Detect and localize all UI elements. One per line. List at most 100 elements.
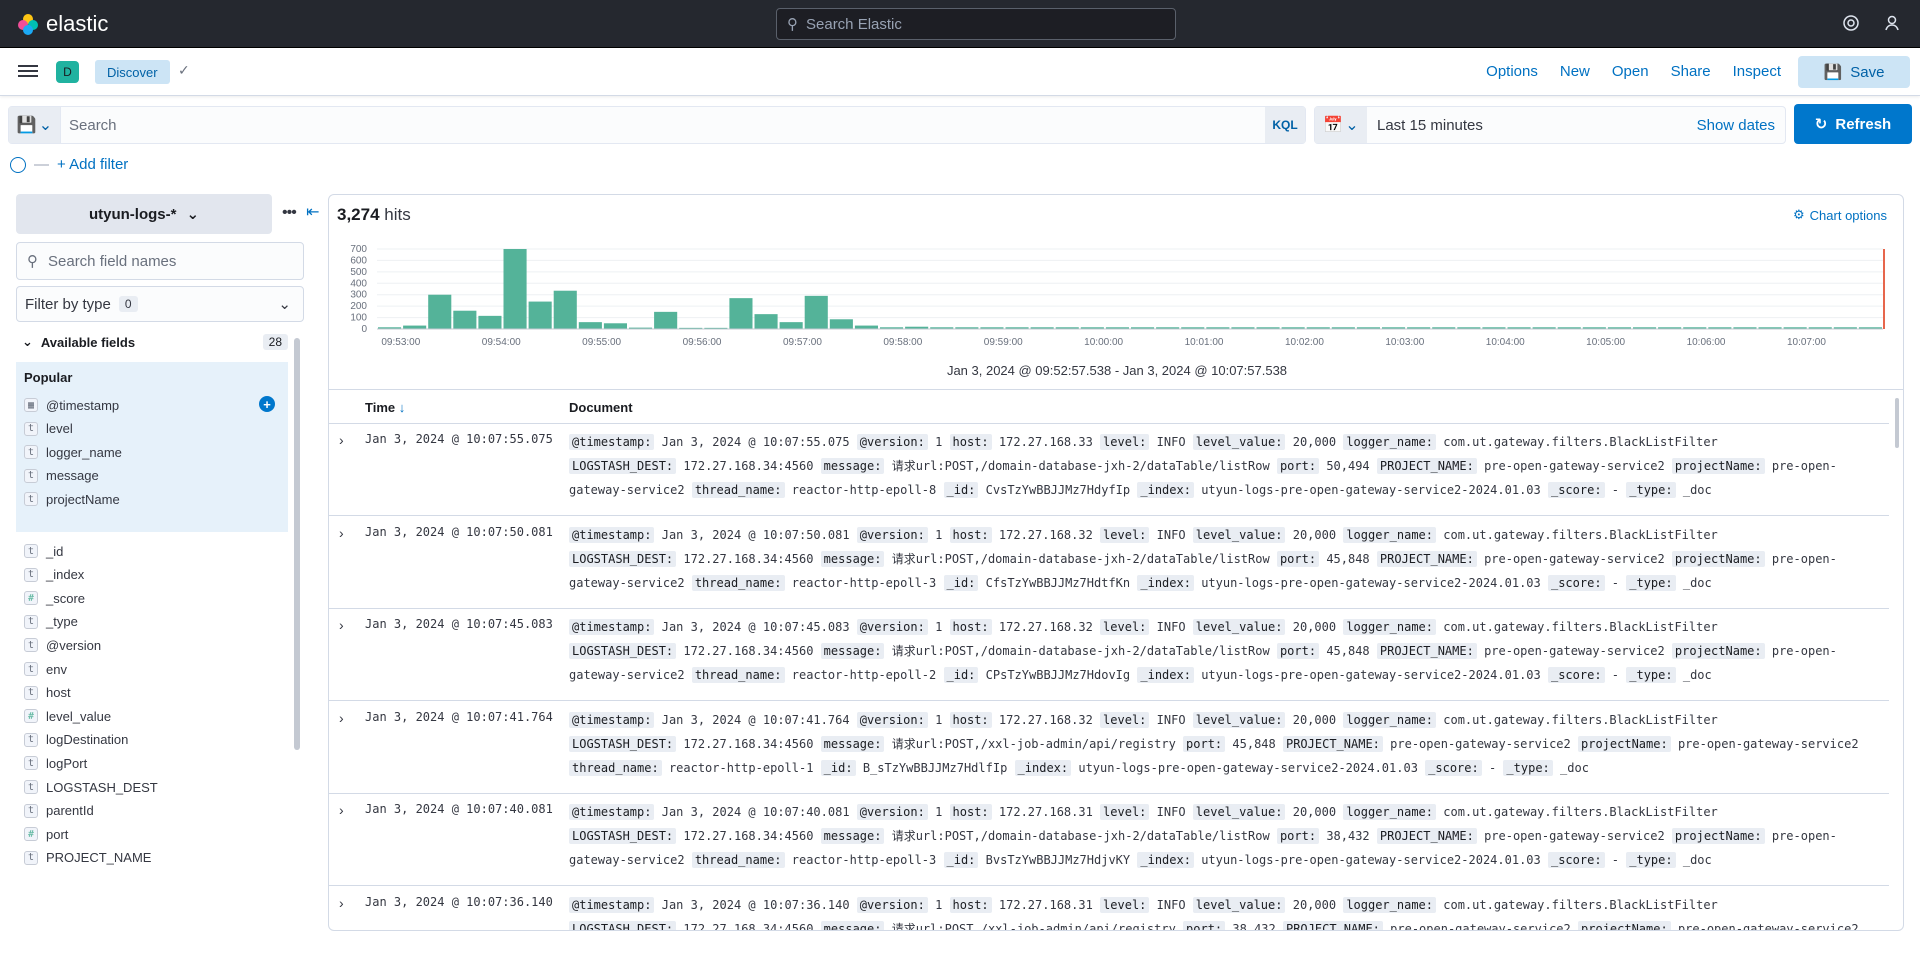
save-button[interactable]: 💾 Save xyxy=(1798,56,1910,88)
space-avatar[interactable]: D xyxy=(56,61,79,83)
refresh-button[interactable]: ↻ Refresh xyxy=(1794,104,1912,144)
expand-row-icon[interactable]: › xyxy=(339,710,344,726)
breadcrumb-discover[interactable]: Discover xyxy=(95,60,170,84)
table-row: › Jan 3, 2024 @ 10:07:41.764 @timestamp: J… xyxy=(329,702,1889,794)
new-link[interactable]: New xyxy=(1549,56,1601,88)
available-field-item[interactable]: # level_value xyxy=(24,705,111,727)
row-time: Jan 3, 2024 @ 10:07:50.081 xyxy=(365,524,553,539)
popular-field-item[interactable]: t logger_name xyxy=(24,441,122,463)
popular-field-item[interactable]: t message xyxy=(24,465,99,487)
field-key: message: xyxy=(820,828,885,844)
options-link[interactable]: Options xyxy=(1475,56,1549,88)
field-value: pre-open- xyxy=(1771,829,1837,843)
popular-field-item[interactable]: t level xyxy=(24,418,73,440)
histogram-bar[interactable] xyxy=(503,249,527,329)
histogram-bar[interactable] xyxy=(654,311,678,329)
histogram-bar[interactable] xyxy=(829,319,853,329)
available-field-item[interactable]: # _score xyxy=(24,587,85,609)
expand-row-icon[interactable]: › xyxy=(339,432,344,448)
field-name: env xyxy=(46,661,67,677)
histogram-bar[interactable] xyxy=(428,294,452,329)
y-tick-label: 200 xyxy=(350,301,367,312)
sidebar-scrollbar[interactable] xyxy=(294,338,300,750)
show-dates-link[interactable]: Show dates xyxy=(1697,107,1785,143)
expand-row-icon[interactable]: › xyxy=(339,895,344,911)
histogram-bar[interactable] xyxy=(729,298,753,329)
histogram-bar[interactable] xyxy=(854,325,878,329)
popular-field-item[interactable]: ▦ @timestamp xyxy=(24,394,119,416)
elastic-logo[interactable]: elastic xyxy=(16,11,108,37)
saved-query-button[interactable]: 💾 ⌄ xyxy=(9,107,61,143)
kql-toggle[interactable]: KQL xyxy=(1265,107,1305,143)
index-pattern-selector[interactable]: utyun-logs-* ⌄ xyxy=(16,194,272,234)
histogram-bar[interactable] xyxy=(578,322,602,329)
popular-field-item[interactable]: t projectName xyxy=(24,488,120,510)
available-field-item[interactable]: t host xyxy=(24,682,71,704)
x-tick-label: 09:58:00 xyxy=(883,337,922,348)
histogram-bar[interactable] xyxy=(779,322,803,329)
column-time-header[interactable]: Time ↓ xyxy=(365,400,405,415)
field-value: utyun-logs-pre-open-gateway-service2-202… xyxy=(1201,575,1541,590)
available-field-item[interactable]: t _type xyxy=(24,611,78,633)
x-tick-label: 09:53:00 xyxy=(381,337,420,348)
available-field-item[interactable]: t parentId xyxy=(24,800,94,822)
global-search-input[interactable]: ⚲ Search Elastic xyxy=(776,8,1176,40)
x-tick-label: 10:06:00 xyxy=(1687,337,1726,348)
field-search-input[interactable]: ⚲ Search field names xyxy=(16,242,304,280)
document-line: LOGSTASH_DEST: 172.27.168.34:4560 messag… xyxy=(569,917,1869,930)
y-tick-label: 0 xyxy=(361,324,367,335)
date-range-value[interactable]: Last 15 minutes xyxy=(1367,107,1697,143)
filter-options-icon[interactable] xyxy=(10,156,26,173)
available-field-item[interactable]: t logPort xyxy=(24,752,87,774)
field-value: 172.27.168.34:4560 xyxy=(683,459,814,473)
field-value: reactor-http-epoll-1 xyxy=(668,760,814,775)
open-link[interactable]: Open xyxy=(1601,56,1660,88)
histogram-bar[interactable] xyxy=(453,310,477,329)
available-field-item[interactable]: t _id xyxy=(24,540,63,562)
query-input[interactable]: Search xyxy=(61,107,1265,143)
histogram-bar[interactable] xyxy=(478,315,502,329)
field-value: 20,000 xyxy=(1292,527,1337,542)
available-field-item[interactable]: t @version xyxy=(24,634,101,656)
expand-row-icon[interactable]: › xyxy=(339,617,344,633)
available-field-item[interactable]: t _index xyxy=(24,564,84,586)
expand-row-icon[interactable]: › xyxy=(339,802,344,818)
filter-by-type-button[interactable]: Filter by type 0 ⌄ xyxy=(16,286,304,322)
histogram-bar[interactable] xyxy=(603,323,627,329)
collapse-sidebar-icon[interactable]: ⇤ xyxy=(306,202,319,222)
user-menu-icon[interactable] xyxy=(1884,14,1904,34)
histogram-bar[interactable] xyxy=(754,314,778,329)
expand-row-icon[interactable]: › xyxy=(339,525,344,541)
field-name: port xyxy=(46,826,69,842)
field-value: INFO xyxy=(1156,527,1186,542)
available-fields-header[interactable]: ⌄ Available fields 28 xyxy=(16,330,288,354)
available-field-item[interactable]: # port xyxy=(24,823,68,845)
quick-date-button[interactable]: 📅 ⌄ xyxy=(1315,107,1367,143)
x-tick-label: 09:54:00 xyxy=(482,337,521,348)
add-filter-button[interactable]: + Add filter xyxy=(57,156,128,173)
available-field-item[interactable]: t PROJECT_NAME xyxy=(24,847,151,869)
histogram-bar[interactable] xyxy=(553,290,577,329)
available-field-item[interactable]: t env xyxy=(24,658,67,680)
histogram-chart[interactable]: 7006005004003002001000 09:53:00 09:54:00 09… xyxy=(339,243,1899,355)
table-row: › Jan 3, 2024 @ 10:07:40.081 @timestamp: J… xyxy=(329,794,1889,886)
histogram-bar[interactable] xyxy=(528,301,552,329)
hamburger-menu-icon[interactable] xyxy=(18,62,38,80)
histogram-bar[interactable] xyxy=(804,295,828,329)
share-link[interactable]: Share xyxy=(1660,56,1722,88)
help-icon[interactable] xyxy=(1842,14,1862,34)
inspect-link[interactable]: Inspect xyxy=(1722,56,1792,88)
available-field-item[interactable]: t logDestination xyxy=(24,729,128,751)
histogram-bar[interactable] xyxy=(403,325,427,329)
table-scrollbar[interactable] xyxy=(1895,398,1899,448)
field-key: @version: xyxy=(856,434,928,450)
field-value: 45,848 xyxy=(1232,736,1276,751)
more-options-icon[interactable]: ••• xyxy=(282,204,297,222)
popular-fields-section: Popular + ▦ @timestamp t level t logger_name t… xyxy=(16,362,288,532)
calendar-icon: 📅 xyxy=(1323,117,1344,134)
available-field-item[interactable]: t LOGSTASH_DEST xyxy=(24,776,158,798)
add-field-icon[interactable]: + xyxy=(259,396,275,412)
chart-options-button[interactable]: ⚙ Chart options xyxy=(1793,207,1887,223)
sort-down-icon[interactable]: ↓ xyxy=(399,400,406,415)
field-key: projectName: xyxy=(1671,550,1765,567)
